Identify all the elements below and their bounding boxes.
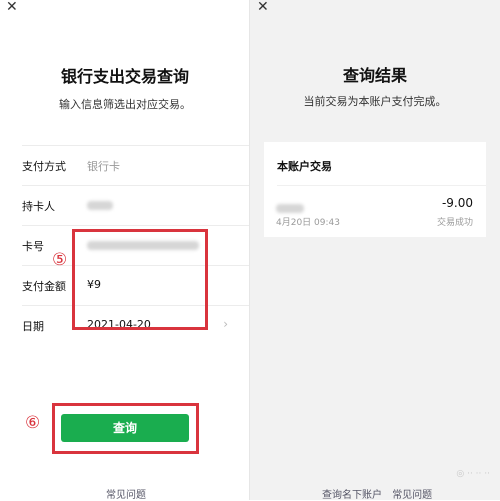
transaction-status: 交易成功 (436, 218, 473, 228)
card-title: 本账户交易 (277, 160, 332, 173)
close-icon[interactable]: ✕ (6, 0, 18, 14)
watermark: ◎ ·· ·· ·· (456, 469, 490, 479)
card-number-label: 卡号 (22, 240, 44, 253)
page-subtitle: 输入信息筛选出对应交易。 (59, 98, 191, 111)
faq-link[interactable]: 常见问题 (392, 490, 432, 501)
cardholder-field[interactable] (87, 198, 113, 211)
annotation-number-6: ⑥ (25, 413, 41, 433)
account-query-link[interactable]: 查询名下账户 (322, 490, 382, 501)
left-panel: ✕ 银行支出交易查询 输入信息筛选出对应交易。 支付方式 银行卡 持卡人 卡号 … (0, 0, 250, 501)
cardholder-row[interactable]: 持卡人 (22, 185, 250, 225)
right-panel: ✕ 查询结果 当前交易为本账户支付完成。 本账户交易 -9.00 4月20日 0… (250, 0, 500, 501)
payment-method-row[interactable]: 支付方式 银行卡 (22, 145, 250, 185)
divider (277, 185, 486, 186)
transaction-card[interactable]: 本账户交易 -9.00 4月20日 09:43 交易成功 (264, 142, 486, 237)
date-label: 日期 (22, 320, 44, 333)
close-icon[interactable]: ✕ (257, 0, 269, 14)
cardholder-label: 持卡人 (22, 200, 55, 213)
transaction-amount: -9.00 (441, 196, 473, 210)
annotation-number-5: ⑤ (52, 250, 68, 270)
faq-link[interactable]: 常见问题 (106, 486, 146, 501)
annotation-box-5 (72, 229, 208, 330)
bottom-links: 查询名下账户 常见问题 (322, 486, 439, 501)
result-title: 查询结果 (342, 66, 407, 85)
transaction-date: 4月20日 09:43 (276, 218, 340, 228)
result-subtitle: 当前交易为本账户支付完成。 (303, 95, 447, 108)
payment-method-label: 支付方式 (22, 160, 66, 173)
payment-method-value[interactable]: 银行卡 (87, 158, 120, 174)
page-title: 银行支出交易查询 (60, 67, 189, 86)
amount-label: 支付金额 (22, 280, 66, 293)
chevron-right-icon[interactable]: › (223, 317, 228, 331)
query-button[interactable]: 查询 (61, 414, 189, 442)
